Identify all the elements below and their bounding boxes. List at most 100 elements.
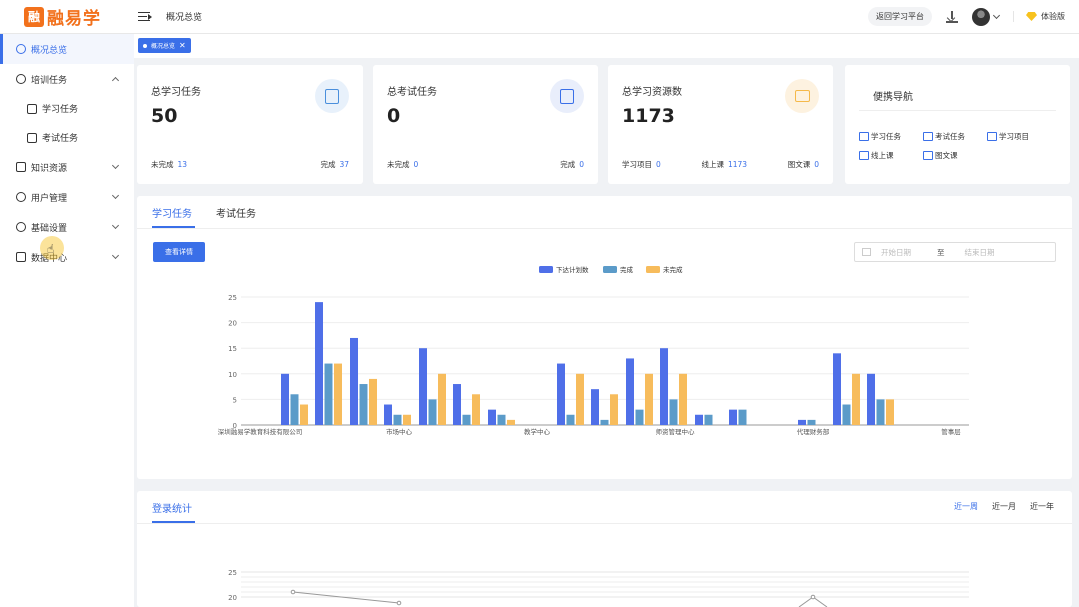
trial-label: 体验版: [1041, 12, 1065, 21]
bar: [842, 404, 851, 425]
chevron-down-icon: [111, 161, 120, 170]
chevron-down-icon: [992, 11, 1001, 19]
chevron-down-icon: [111, 251, 120, 260]
x-tick-label: 教学中心: [524, 427, 551, 436]
bar: [488, 409, 496, 425]
bar: [635, 409, 644, 425]
stat-label: 线上课: [701, 160, 724, 169]
stat-card-resource: 总学习资源数 1173 学习项目 0 线上课 1173 图文课 0: [608, 65, 833, 184]
bar: [393, 414, 402, 425]
tag-label: 概况总览: [151, 43, 176, 50]
bar: [497, 414, 506, 425]
stat-value: 50: [151, 105, 178, 127]
sidebar-item-knowledge[interactable]: 知识资源: [0, 152, 134, 182]
y-tick-label: 25: [228, 569, 237, 577]
document-icon: [27, 132, 37, 143]
sidebar-item-users[interactable]: 用户管理: [0, 182, 134, 212]
stat-label: 图文课: [787, 160, 811, 169]
bar: [428, 399, 437, 425]
legend-label: 未完成: [663, 265, 683, 274]
stat-number: 13: [177, 160, 188, 169]
trial-badge[interactable]: 体验版: [1013, 11, 1065, 22]
bar: [472, 394, 480, 425]
x-tick-label: 市场中心: [386, 427, 413, 436]
chevron-up-icon: [111, 76, 120, 85]
legend-swatch: [539, 266, 553, 273]
y-tick-label: 15: [228, 345, 237, 353]
chevron-down-icon: [111, 221, 120, 230]
logo-mark: 融: [24, 6, 44, 27]
bar: [281, 373, 289, 425]
quick-link-label: 线上课: [871, 151, 894, 160]
bar: [807, 419, 816, 425]
sidebar-item-study-task[interactable]: 学习任务: [0, 94, 134, 123]
stat-number: 37: [339, 160, 349, 169]
sidebar-item-label: 用户管理: [31, 193, 68, 204]
stat-number: 0: [656, 160, 661, 169]
data-point: [810, 594, 816, 600]
bar: [833, 353, 841, 425]
bar: [679, 373, 687, 425]
stat-label: 未完成: [151, 160, 174, 169]
y-tick-label: 25: [228, 294, 237, 302]
bar: [403, 414, 411, 425]
avatar: [972, 7, 990, 26]
sidebar-item-label: 培训任务: [31, 75, 68, 86]
bar: [507, 419, 515, 425]
quick-link-study-project[interactable]: 学习项目: [987, 131, 1051, 142]
bar: [334, 363, 342, 425]
quick-link-study-task[interactable]: 学习任务: [859, 131, 923, 142]
quick-link-label: 学习任务: [871, 132, 901, 141]
bar: [359, 384, 368, 425]
bar: [576, 373, 584, 425]
stat-label: 未完成: [387, 160, 410, 169]
sidebar-item-label: 知识资源: [31, 163, 68, 174]
bar: [886, 399, 894, 425]
close-icon[interactable]: ✕: [179, 41, 186, 50]
quick-link-online-course[interactable]: 线上课: [859, 150, 923, 161]
download-icon[interactable]: [946, 10, 958, 23]
back-to-platform-button[interactable]: 返回学习平台: [868, 7, 932, 26]
quick-nav-title: 便携导航: [873, 92, 913, 103]
y-tick-label: 20: [228, 320, 237, 328]
sidebar-item-label: 学习任务: [42, 105, 79, 115]
bar: [729, 409, 737, 425]
dashboard-icon: [16, 44, 26, 54]
x-tick-label: 师资管理中心: [656, 427, 696, 436]
x-tick-label: 深圳融易学教育科技有限公司: [218, 427, 303, 436]
sidebar-item-training[interactable]: 培训任务: [0, 64, 134, 94]
sidebar-item-exam-task[interactable]: 考试任务: [0, 123, 134, 152]
edit-icon: [923, 132, 933, 141]
stat-label: 完成: [320, 160, 336, 169]
bar: [798, 419, 806, 425]
bar: [610, 394, 618, 425]
dot-icon: [143, 43, 147, 48]
sidebar-item-data-center[interactable]: 数据中心: [0, 242, 134, 272]
diamond-icon: [1026, 12, 1037, 21]
sidebar-item-overview[interactable]: 概况总览: [0, 34, 134, 64]
menu-toggle-icon[interactable]: [138, 11, 152, 23]
bar: [350, 337, 358, 425]
bar: [453, 384, 461, 425]
study-task-icon: [315, 79, 349, 113]
logo[interactable]: 融 融易学: [0, 4, 134, 29]
divider: [859, 110, 1056, 111]
folder-icon: [785, 79, 819, 113]
login-line-chart: 2025: [228, 569, 969, 607]
legend-label: 完成: [620, 265, 634, 274]
tab-overview[interactable]: 概况总览 ✕: [138, 38, 191, 53]
quick-link-exam-task[interactable]: 考试任务: [923, 131, 987, 142]
user-menu[interactable]: [972, 7, 1001, 26]
bar: [695, 414, 703, 425]
task-bar-chart: 0510152025下达计划数 完成 未完成深圳融易学教育科技有限公司 市场中心 教学中…: [218, 265, 969, 436]
sidebar-item-settings[interactable]: 基础设置: [0, 212, 134, 242]
bar: [876, 399, 885, 425]
bar: [462, 414, 471, 425]
sidebar: 概况总览 培训任务 学习任务 考试任务 知识资源 用户管理 基础设置 数据中心: [0, 34, 134, 607]
quick-link-article-course[interactable]: 图文课: [923, 150, 987, 161]
y-tick-label: 10: [228, 371, 237, 379]
bar: [315, 302, 323, 425]
stat-title: 总学习资源数: [622, 87, 682, 98]
gear-icon: [16, 222, 26, 232]
bar: [600, 419, 609, 425]
